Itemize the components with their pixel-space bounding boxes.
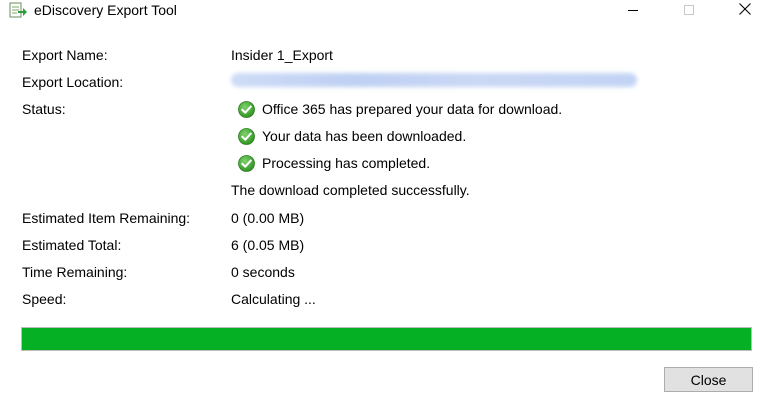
green-check-icon [238,154,255,172]
time-remaining-label: Time Remaining: [22,264,128,280]
speed-label: Speed: [22,291,67,307]
green-check-icon [238,127,255,145]
status-step: Your data has been downloaded. [238,127,466,145]
status-step-text: Processing has completed. [262,155,431,171]
maximize-button[interactable] [666,0,712,22]
status-step: Office 365 has prepared your data for do… [238,100,562,118]
export-app-icon [9,2,27,18]
status-summary: The download completed successfully. [231,182,470,198]
status-step-text: Office 365 has prepared your data for do… [262,101,563,117]
estimated-total-value: 6 (0.05 MB) [231,237,305,253]
export-name-label: Export Name: [22,47,108,63]
speed-value: Calculating ... [231,291,316,307]
green-check-icon [238,100,255,118]
window-close-button[interactable] [722,0,768,22]
export-location-value-redacted [231,73,637,87]
title-bar: eDiscovery Export Tool [0,0,768,22]
export-tool-window: eDiscovery Export Tool Export Name: Expo… [0,0,768,401]
status-label: Status: [22,101,66,117]
minimize-button[interactable] [610,0,656,22]
status-step-text: Your data has been downloaded. [262,128,467,144]
close-button[interactable]: Close [664,367,753,392]
download-progress-bar [21,327,752,351]
progress-bar-fill [22,328,751,350]
time-remaining-value: 0 seconds [231,264,295,280]
close-icon [739,2,751,20]
export-location-label: Export Location: [22,74,124,90]
status-step: Processing has completed. [238,154,430,172]
window-title: eDiscovery Export Tool [34,2,177,18]
export-name-value: Insider 1_Export [231,47,333,63]
estimated-item-remaining-label: Estimated Item Remaining: [22,210,191,226]
maximize-icon [684,2,694,20]
estimated-item-remaining-value: 0 (0.00 MB) [231,210,305,226]
estimated-total-label: Estimated Total: [22,237,122,253]
minimize-icon [628,2,638,20]
